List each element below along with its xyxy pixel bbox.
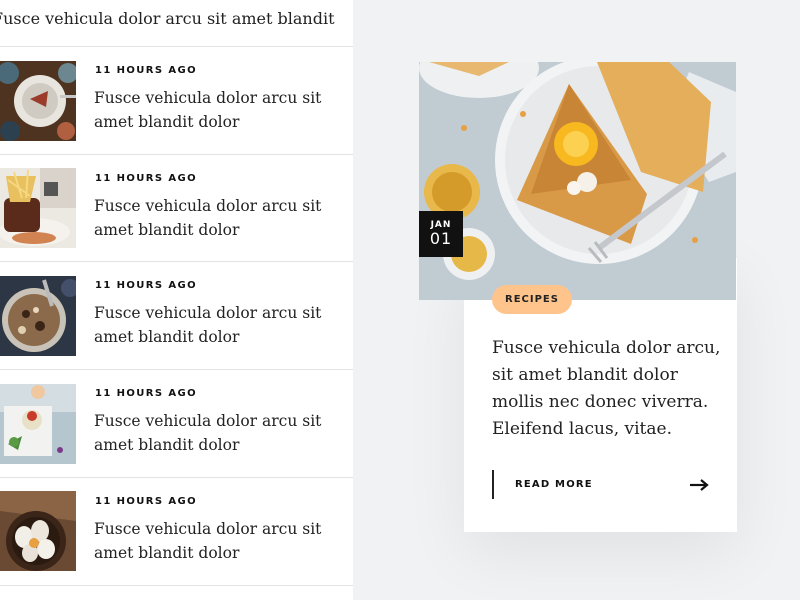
granola-bowl-photo[interactable] [0, 276, 76, 356]
read-more-link[interactable]: READ MORE [515, 479, 593, 490]
feed-item[interactable]: 11 HOURS AGO Fusce vehicula dolor arcu s… [0, 262, 353, 370]
feed-item[interactable]: 11 HOURS AGO Fusce vehicula dolor arcu s… [0, 478, 353, 586]
feed-item-title[interactable]: Fusce vehicula dolor arcu sit amet bland… [94, 301, 334, 349]
card-excerpt[interactable]: Fusce vehicula dolor arcu, sit amet blan… [492, 335, 722, 443]
feed-item[interactable]: 11 HOURS AGO Fusce vehicula dolor arcu s… [0, 155, 353, 262]
timestamp: 11 HOURS AGO [95, 280, 198, 291]
dinner-table-photo[interactable] [0, 61, 76, 141]
timestamp: 11 HOURS AGO [95, 65, 198, 76]
timestamp: 11 HOURS AGO [95, 496, 198, 507]
timestamp: 11 HOURS AGO [95, 173, 198, 184]
date-badge: JAN 01 [419, 211, 463, 257]
arrow-right-icon[interactable] [688, 477, 710, 493]
dessert-plate-photo[interactable] [0, 168, 76, 248]
feed-item-partial[interactable]: Fusce vehicula dolor arcu sit amet bland… [0, 0, 353, 47]
feed-item-title[interactable]: Fusce vehicula dolor arcu sit amet bland… [94, 517, 334, 565]
appetizer-plate-photo[interactable] [0, 384, 76, 464]
feed-item[interactable]: 11 HOURS AGO Fusce vehicula dolor arcu s… [0, 47, 353, 155]
eggs-bowl-photo[interactable] [0, 491, 76, 571]
timestamp: 11 HOURS AGO [95, 388, 198, 399]
feed-item-title[interactable]: Fusce vehicula dolor arcu sit amet bland… [94, 86, 334, 134]
date-day: 01 [429, 229, 453, 248]
feed-item[interactable]: 11 HOURS AGO Fusce vehicula dolor arcu s… [0, 370, 353, 478]
read-more-divider [492, 470, 494, 499]
feed-item-title[interactable]: Fusce vehicula dolor arcu sit amet bland… [94, 409, 334, 457]
article-feed: Fusce vehicula dolor arcu sit amet bland… [0, 0, 353, 600]
feed-item-title[interactable]: Fusce vehicula dolor arcu sit amet bland… [94, 194, 334, 242]
category-tag[interactable]: RECIPES [492, 285, 572, 314]
feed-item-title[interactable]: Fusce vehicula dolor arcu sit amet bland… [0, 9, 335, 28]
crepes-plate-photo[interactable] [419, 62, 736, 300]
